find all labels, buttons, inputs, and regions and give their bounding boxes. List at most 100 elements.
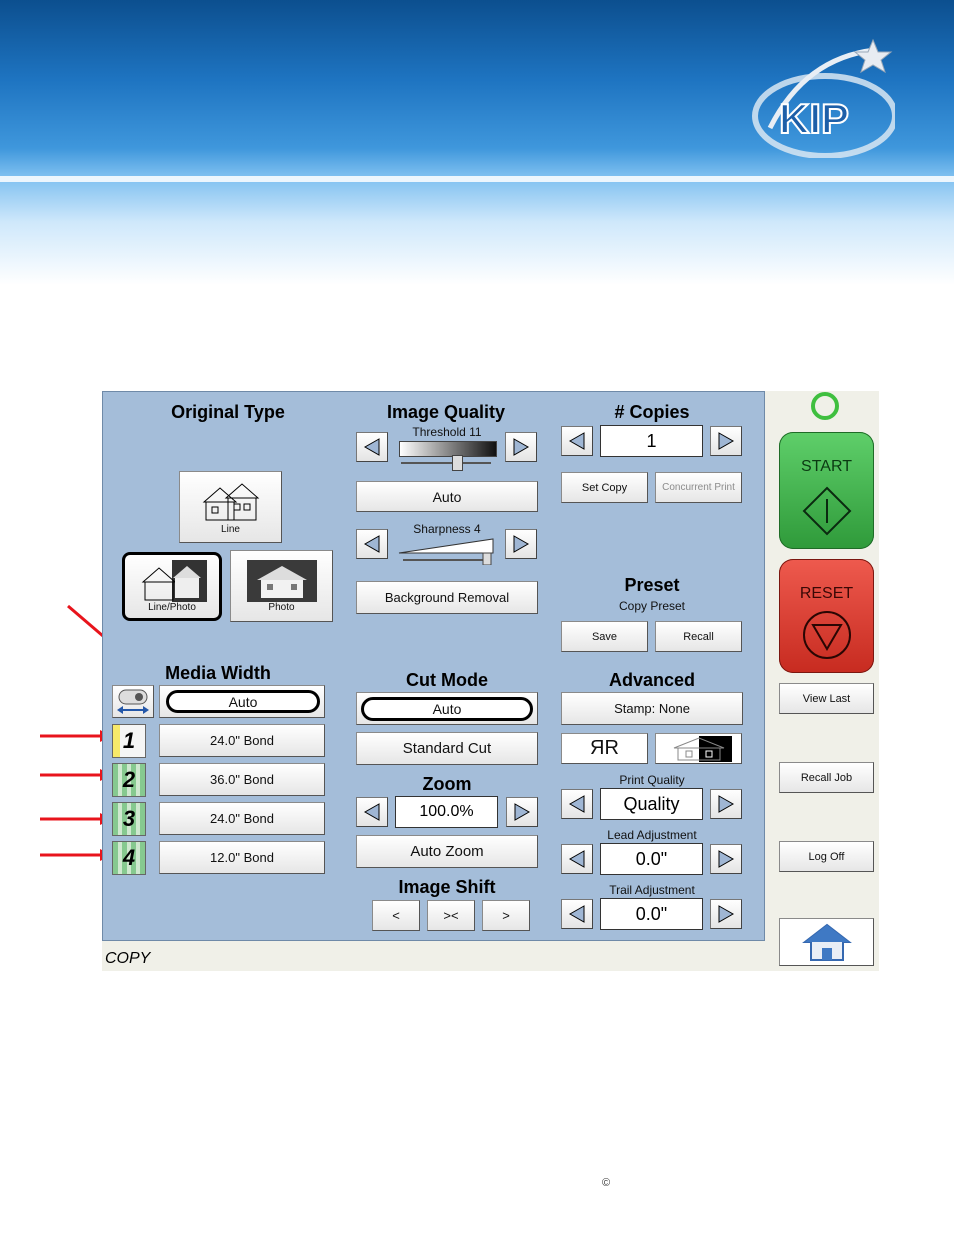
cut-mode-value: Auto [361, 697, 533, 721]
set-copy-button[interactable]: Set Copy [561, 472, 648, 503]
zoom-decrease-button[interactable] [356, 797, 388, 827]
start-button[interactable]: START [779, 432, 874, 549]
print-quality-value[interactable]: Quality [600, 788, 703, 820]
roll-2-indicator: 2 [112, 763, 146, 797]
background-removal-button[interactable]: Background Removal [356, 581, 538, 614]
copy-settings-panel: Original Type Line Line/Photo Photo Medi… [102, 391, 765, 941]
side-controls: START RESET View Last Recall Job Log Off [766, 391, 879, 971]
threshold-slider-track[interactable] [401, 462, 491, 464]
image-shift-right-button[interactable]: > [482, 900, 530, 931]
image-shift-left-button[interactable]: < [372, 900, 420, 931]
standard-cut-button[interactable]: Standard Cut [356, 732, 538, 765]
cut-mode-selector[interactable]: Auto [356, 692, 538, 725]
lead-adjustment-value[interactable]: 0.0" [600, 843, 703, 875]
start-diamond-icon [802, 486, 852, 536]
sharpness-increase-button[interactable] [505, 529, 537, 559]
sharpness-decrease-button[interactable] [356, 529, 388, 559]
start-label: START [801, 458, 852, 475]
auto-zoom-button[interactable]: Auto Zoom [356, 835, 538, 868]
roll-2-button[interactable]: 36.0" Bond [159, 763, 325, 796]
view-last-button[interactable]: View Last [779, 683, 874, 714]
lead-increase-button[interactable] [710, 844, 742, 874]
trail-decrease-button[interactable] [561, 899, 593, 929]
original-type-line-button[interactable]: Line [179, 471, 282, 543]
arrow-right-icon [514, 803, 531, 821]
original-type-title: Original Type [171, 402, 285, 422]
trail-increase-button[interactable] [710, 899, 742, 929]
sharpness-label: Sharpness 4 [413, 522, 481, 536]
copies-increase-button[interactable] [710, 426, 742, 456]
svg-text:KIP: KIP [779, 95, 849, 142]
image-shift-title: Image Shift [398, 877, 496, 897]
preset-save-button[interactable]: Save [561, 621, 648, 652]
mirror-image-button[interactable]: ЯR [561, 733, 648, 764]
kip-logo: KIP [752, 38, 895, 158]
mirror-icon: ЯR [590, 737, 619, 759]
invert-house-icon [673, 735, 732, 762]
threshold-gradient-bar [399, 441, 497, 457]
arrow-left-icon [363, 438, 380, 456]
print-quality-increase-button[interactable] [710, 789, 742, 819]
reset-label: RESET [799, 585, 854, 602]
media-width-auto-icon-button[interactable] [112, 685, 154, 718]
threshold-increase-button[interactable] [505, 432, 537, 462]
copies-value[interactable]: 1 [600, 425, 703, 457]
original-type-photo-button[interactable]: Photo [230, 550, 333, 622]
reset-stop-icon [803, 611, 851, 659]
house-line-photo-icon [141, 560, 207, 602]
copyright-mark: © [602, 1177, 611, 1189]
preset-title: Preset [624, 575, 680, 595]
trail-adjustment-label: Trail Adjustment [609, 883, 695, 897]
print-quality-label: Print Quality [619, 773, 685, 787]
original-type-line-photo-button[interactable]: Line/Photo [122, 552, 222, 621]
media-width-title: Media Width [165, 663, 271, 683]
arrow-right-icon [718, 905, 735, 923]
preset-recall-button[interactable]: Recall [655, 621, 742, 652]
arrow-right-icon [718, 432, 735, 450]
roll-width-icon [117, 689, 149, 714]
arrow-right-icon [718, 795, 735, 813]
media-width-value: Auto [166, 690, 320, 713]
arrow-left-icon [363, 803, 380, 821]
home-icon [801, 923, 852, 961]
arrow-right-icon [513, 438, 530, 456]
image-quality-title: Image Quality [386, 402, 506, 422]
roll-1-indicator: 1 [112, 724, 146, 758]
zoom-value[interactable]: 100.0% [395, 796, 498, 828]
banner-sheen [0, 176, 954, 182]
threshold-slider-thumb[interactable] [452, 455, 463, 471]
threshold-label: Threshold 11 [412, 425, 482, 439]
sharpness-ramp [398, 538, 494, 565]
invert-image-button[interactable] [655, 733, 742, 764]
image-quality-auto-button[interactable]: Auto [356, 481, 538, 512]
concurrent-print-button[interactable]: Concurrent Print [655, 472, 742, 503]
home-button[interactable] [779, 918, 874, 966]
lead-decrease-button[interactable] [561, 844, 593, 874]
image-shift-center-button[interactable]: >< [427, 900, 475, 931]
lead-adjustment-label: Lead Adjustment [607, 828, 697, 842]
cut-mode-title: Cut Mode [406, 670, 488, 690]
roll-4-indicator: 4 [112, 841, 146, 875]
print-quality-decrease-button[interactable] [561, 789, 593, 819]
trail-adjustment-value[interactable]: 0.0" [600, 898, 703, 930]
mode-label: COPY [105, 950, 151, 967]
arrow-left-icon [363, 535, 380, 553]
preset-subtitle: Copy Preset [618, 599, 686, 613]
roll-1-button[interactable]: 24.0" Bond [159, 724, 325, 757]
threshold-decrease-button[interactable] [356, 432, 388, 462]
roll-3-button[interactable]: 24.0" Bond [159, 802, 325, 835]
arrow-left-icon [568, 432, 585, 450]
roll-4-button[interactable]: 12.0" Bond [159, 841, 325, 874]
recall-job-button[interactable]: Recall Job [779, 762, 874, 793]
busy-indicator-icon [811, 392, 839, 420]
reset-button[interactable]: RESET [779, 559, 874, 673]
roll-3-indicator: 3 [112, 802, 146, 836]
zoom-title: Zoom [422, 774, 472, 794]
copies-decrease-button[interactable] [561, 426, 593, 456]
house-line-icon [202, 482, 259, 520]
zoom-increase-button[interactable] [506, 797, 538, 827]
log-off-button[interactable]: Log Off [779, 841, 874, 872]
media-width-selector[interactable]: Auto [159, 685, 325, 718]
house-photo-icon [246, 559, 317, 602]
stamp-button[interactable]: Stamp: None [561, 692, 743, 725]
